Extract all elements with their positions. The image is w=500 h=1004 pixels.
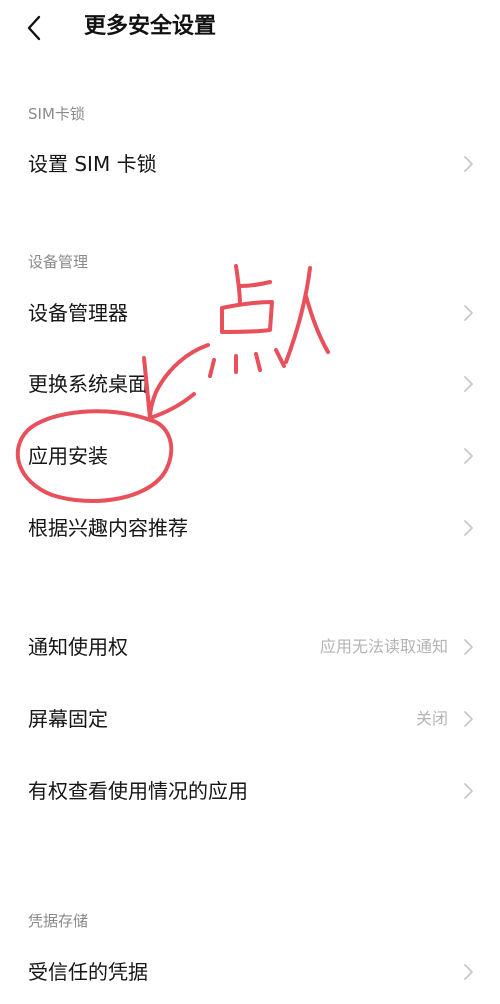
- settings-item-label: 更换系统桌面: [28, 372, 148, 396]
- settings-item-value: 应用无法读取通知: [319, 637, 448, 656]
- chevron-right-icon: [464, 376, 473, 392]
- settings-item-label: 屏幕固定: [28, 707, 108, 731]
- settings-item-label: 根据兴趣内容推荐: [28, 516, 188, 540]
- chevron-right-icon: [464, 964, 473, 980]
- section-label-device-management: 设备管理: [28, 253, 89, 271]
- page-title: 更多安全设置: [84, 14, 217, 39]
- chevron-right-icon: [464, 448, 473, 464]
- chevron-right-icon: [464, 783, 473, 799]
- settings-item-value: 关闭: [415, 709, 448, 728]
- settings-item-change-launcher[interactable]: 更换系统桌面: [0, 352, 500, 416]
- settings-item-usage-access[interactable]: 有权查看使用情况的应用: [0, 759, 500, 823]
- settings-item-label: 应用安装: [28, 444, 108, 468]
- chevron-right-icon: [464, 305, 473, 321]
- header: 更多安全设置: [0, 0, 500, 56]
- settings-item-device-admin[interactable]: 设备管理器: [0, 281, 500, 345]
- settings-item-label: 受信任的凭据: [28, 960, 148, 984]
- settings-item-trusted-credentials[interactable]: 受信任的凭据: [0, 940, 500, 1004]
- section-label-credential-storage: 凭据存储: [28, 912, 89, 930]
- settings-item-label: 有权查看使用情况的应用: [28, 779, 248, 803]
- chevron-left-icon: [27, 15, 41, 41]
- settings-item-label: 设置 SIM 卡锁: [28, 152, 157, 176]
- settings-item-interest-recommend[interactable]: 根据兴趣内容推荐: [0, 496, 500, 560]
- settings-item-label: 设备管理器: [28, 301, 128, 325]
- chevron-right-icon: [464, 520, 473, 536]
- settings-item-screen-pinning[interactable]: 屏幕固定 关闭: [0, 687, 500, 751]
- settings-item-app-install[interactable]: 应用安装: [0, 424, 500, 488]
- settings-item-sim-lock[interactable]: 设置 SIM 卡锁: [0, 132, 500, 196]
- settings-item-notification-access[interactable]: 通知使用权 应用无法读取通知: [0, 615, 500, 679]
- chevron-right-icon: [464, 711, 473, 727]
- back-button[interactable]: [26, 10, 66, 46]
- settings-item-label: 通知使用权: [28, 635, 128, 659]
- chevron-right-icon: [464, 156, 473, 172]
- section-label-sim-lock: SIM卡锁: [28, 105, 85, 123]
- chevron-right-icon: [464, 639, 473, 655]
